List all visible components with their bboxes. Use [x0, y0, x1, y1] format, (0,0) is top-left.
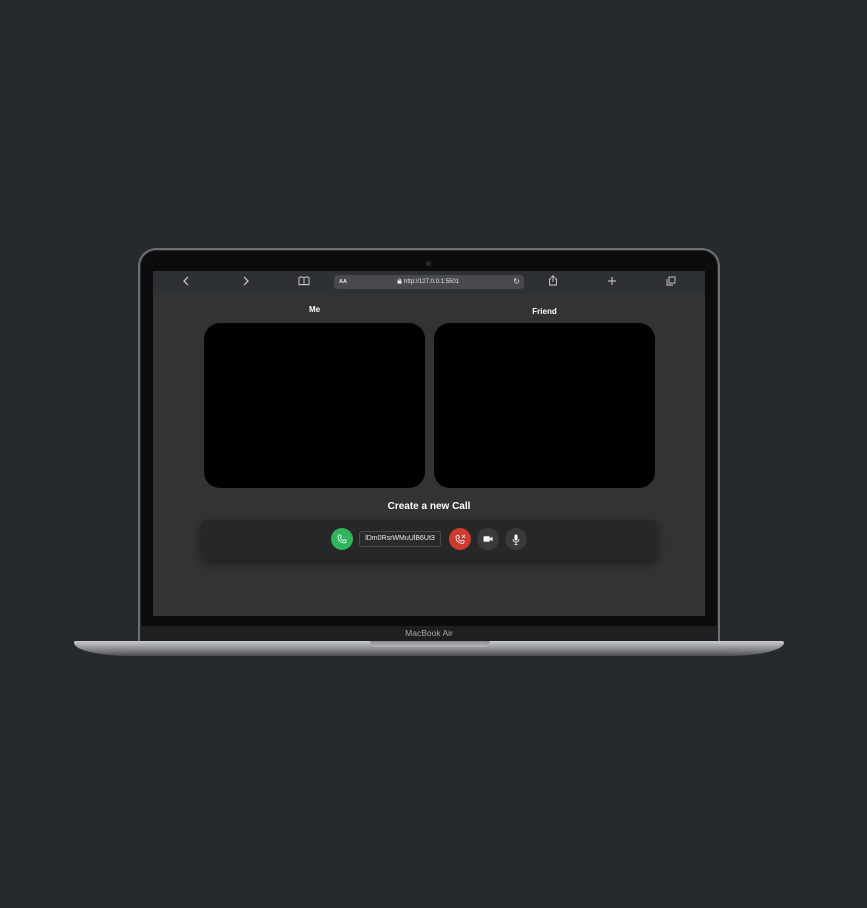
camera-dot: [426, 261, 431, 266]
address-bar[interactable]: AA http://127.0.0.1:5501 ↻: [334, 275, 524, 289]
laptop-chin: MacBook Air: [140, 626, 718, 641]
laptop-model-label: MacBook Air: [405, 628, 453, 638]
call-id-input[interactable]: [359, 531, 441, 547]
friend-label: Friend: [532, 307, 557, 316]
start-call-button[interactable]: [331, 528, 353, 550]
browser-toolbar: AA http://127.0.0.1:5501 ↻: [153, 271, 705, 294]
laptop-notch: [370, 641, 490, 647]
forward-icon[interactable]: [237, 271, 255, 294]
my-video: [204, 323, 425, 488]
laptop-lid: AA http://127.0.0.1:5501 ↻ Me Friend Cre…: [138, 248, 720, 643]
share-icon[interactable]: [544, 271, 562, 294]
back-icon[interactable]: [177, 271, 195, 294]
call-title: Create a new Call: [387, 501, 471, 512]
new-tab-icon[interactable]: [603, 271, 621, 294]
me-label: Me: [308, 305, 321, 314]
hang-up-button[interactable]: [449, 528, 471, 550]
lock-icon: [397, 275, 402, 289]
tabs-icon[interactable]: [662, 271, 680, 294]
reader-aa-button[interactable]: AA: [339, 275, 347, 289]
call-controls-bar: [201, 520, 657, 559]
mic-toggle-button[interactable]: [505, 528, 527, 550]
phone-icon: [337, 534, 347, 544]
screen: AA http://127.0.0.1:5501 ↻ Me Friend Cre…: [153, 271, 705, 616]
microphone-icon: [512, 534, 520, 545]
url-text: http://127.0.0.1:5501: [404, 279, 460, 285]
reload-icon[interactable]: ↻: [513, 275, 520, 289]
video-call-page: Me Friend Create a new Call: [153, 294, 705, 616]
phone-hangup-icon: [455, 534, 465, 544]
bookmarks-icon[interactable]: [295, 271, 313, 294]
video-camera-icon: [483, 536, 493, 542]
laptop-base: [74, 641, 784, 656]
friend-video: [434, 323, 655, 488]
camera-toggle-button[interactable]: [477, 528, 499, 550]
